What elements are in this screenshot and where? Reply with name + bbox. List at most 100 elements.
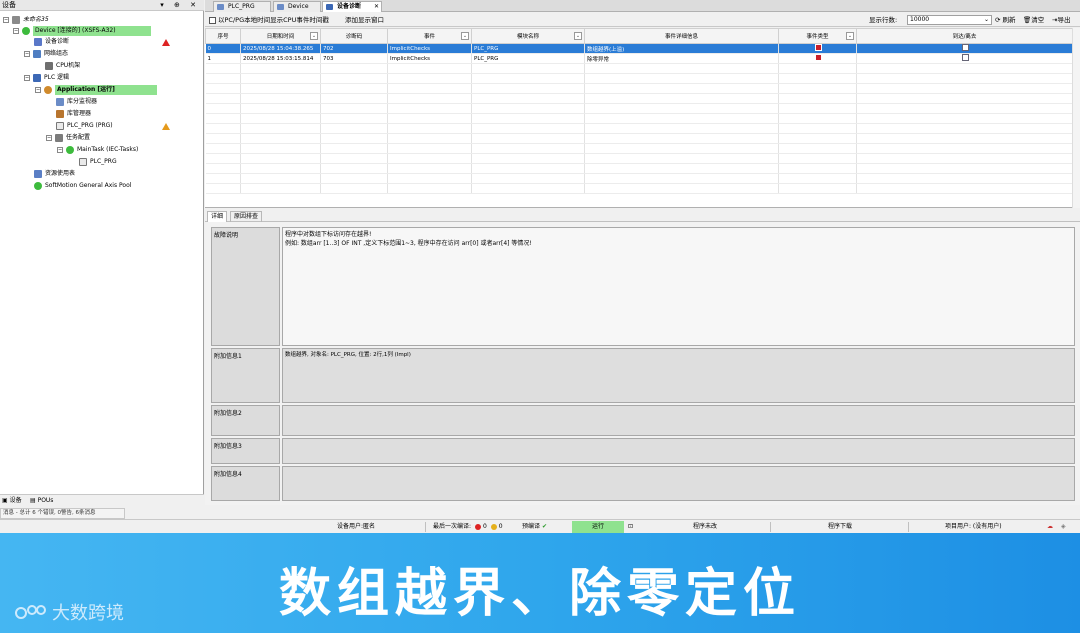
tree-item-plc-prg[interactable]: PLC_PRG (PRG) [56,121,113,131]
collapse-icon[interactable]: − [3,17,9,23]
table-row [205,63,1073,74]
collapse-icon[interactable]: − [46,135,52,141]
tree-item-plc-logic[interactable]: − PLC 逻辑 [24,73,69,83]
close-icon[interactable]: ✕ [374,2,379,12]
table-row [205,133,1073,144]
table-row [205,153,1073,164]
cell-datetime: 2025/08/28 15:04:38.265 [240,43,321,54]
column-header-detail[interactable]: 事件详细信息 [584,28,779,44]
cpu-time-checkbox[interactable]: 以PC/PG本地时间显示CPU事件时间戳 [209,13,329,27]
column-header-event[interactable]: 事件 ⌄ [387,28,472,44]
tab-pous[interactable]: ▤ POUs [30,495,53,507]
extra-info-4-text [282,466,1075,501]
message-bar[interactable]: 消息 - 总计 6 个错误, 0警告, 6条消息 [0,508,125,519]
cell-code: 702 [320,43,388,54]
diagnosis-toolbar: 以PC/PG本地时间显示CPU事件时间戳 添加显示窗口 显示行数: 10000 … [205,13,1080,27]
add-window-button[interactable]: 添加显示窗口 [345,13,384,27]
tree-item-monitor[interactable]: 库分监视器 [56,97,97,107]
document-tab-bar: PLC_PRG Device 设备诊断 ✕ [205,0,1080,12]
tab-detail[interactable]: 详细 [207,211,228,222]
cell-event: ImplicitChecks [387,43,472,54]
device-icon [22,27,30,35]
filter-icon[interactable]: ⌄ [310,32,318,40]
refresh-button[interactable]: ⟳ 刷新 [995,13,1016,27]
filter-icon[interactable]: ⌄ [574,32,582,40]
tree-item-task-config[interactable]: − 任务配置 [46,133,90,143]
precompile-status[interactable]: 预编译 ✔ [522,520,547,534]
table-row [205,163,1073,174]
cloud-icon[interactable]: ☁ [1047,520,1053,534]
table-row [205,83,1073,94]
cell-detail: 除零异常 [584,53,779,64]
column-header-module[interactable]: 模块名称 ⌄ [471,28,585,44]
tab-plc-prg[interactable]: PLC_PRG [213,1,271,12]
collapse-icon[interactable]: − [24,51,30,57]
collapse-icon[interactable]: − [35,87,41,93]
column-header-code[interactable]: 诊断码 [320,28,388,44]
shield-icon[interactable]: ◈ [1061,520,1066,534]
rows-label: 显示行数: [869,16,898,24]
arrive-icon [962,44,969,51]
fault-description-label: 故障说明 [211,227,280,346]
vertical-scrollbar[interactable] [1072,28,1080,208]
axis-pool-icon [34,182,42,190]
export-button[interactable]: ⇥导出 [1052,13,1070,27]
rows-select[interactable]: 10000 ⌄ [907,15,992,25]
cell-event: ImplicitChecks [387,53,472,64]
extra-info-1-text: 数组越界, 对象名: PLC_PRG, 位置: 2行,1列 (Impl) [282,348,1075,403]
rack-icon [45,62,53,70]
tab-device[interactable]: Device [273,1,321,12]
collapse-icon[interactable]: − [57,147,63,153]
panel-title-buttons[interactable]: ▾ ⊕ ✕ [160,0,200,11]
cell-module: PLC_PRG [471,43,585,54]
tab-device-diagnosis[interactable]: 设备诊断 ✕ [322,1,382,12]
table-row[interactable]: 1 2025/08/28 15:03:15.814 703 ImplicitCh… [205,53,1073,64]
run-status: 运行 [572,521,624,533]
clear-button[interactable]: 🗑清空 [1023,13,1044,27]
column-header-datetime[interactable]: 日期和时间 ⌄ [240,28,321,44]
table-row [205,103,1073,114]
tree-item-axis-pool[interactable]: SoftMotion General Axis Pool [34,181,131,191]
column-header-arrive-leave[interactable]: 到达/离去 [856,28,1073,44]
diagnosis-table-area: 序号 日期和时间 ⌄ 诊断码 事件 ⌄ 模块名称 ⌄ 事件详细信息 事件类型 ⌄ 到达/… [205,28,1080,208]
column-header-event-type[interactable]: 事件类型 ⌄ [778,28,857,44]
tree-item-resource[interactable]: 资源使用表 [34,169,75,179]
tree-item-maintask[interactable]: − MainTask (IEC-Tasks) [57,145,138,155]
tree-item-application[interactable]: − Application [运行] [35,85,157,95]
filter-icon[interactable]: ⌄ [846,32,854,40]
diagnosis-icon [34,38,42,46]
cell-index: 0 [205,43,241,54]
project-user-status: 项目用户: (没有用户) [945,523,1002,530]
refresh-icon: ⟳ [995,16,1001,24]
filter-icon[interactable]: ⌄ [461,32,469,40]
application-icon [44,86,52,94]
pou-tab-icon [217,4,224,10]
error-event-icon [815,44,822,51]
tree-item-device[interactable]: − Device [连接的] (XSFS-A32) [13,26,151,36]
collapse-icon[interactable]: − [24,75,30,81]
left-panel-tabs: ▣ 设备 ▤ POUs [0,494,204,506]
diagnosis-tab-icon [326,4,333,10]
tree-item-plc-prg-call[interactable]: PLC_PRG [79,157,117,167]
table-row[interactable]: 0 2025/08/28 15:04:38.265 702 ImplicitCh… [205,43,1073,54]
network-icon [33,50,41,58]
tab-cause-analysis[interactable]: 原因排查 [230,211,263,222]
column-header-index[interactable]: 序号 [205,28,241,44]
tree-item-network[interactable]: − 网络组态 [24,49,68,59]
tree-item-cpu-rack[interactable]: CPU机架 [45,61,80,71]
extra-info-2-text [282,405,1075,436]
tree-item-library[interactable]: 库管理器 [56,109,91,119]
extra-info-4-label: 附加信息4 [211,466,280,501]
chevron-down-icon[interactable]: ⌄ [984,16,989,24]
program-download-status: 程序下载 [828,523,853,530]
lock-icon[interactable]: ⊡ [628,520,633,534]
tree-item-project[interactable]: − 未命名35 [3,15,49,25]
plc-logic-icon [33,74,41,82]
checkbox-icon[interactable] [209,16,216,24]
collapse-icon[interactable]: − [13,28,19,34]
table-row [205,73,1073,84]
tree-item-diagnosis[interactable]: 设备诊断 [34,37,69,47]
error-warning-icon [162,39,170,46]
tab-devices[interactable]: ▣ 设备 [2,495,22,507]
cell-arrive-leave [856,43,1073,54]
